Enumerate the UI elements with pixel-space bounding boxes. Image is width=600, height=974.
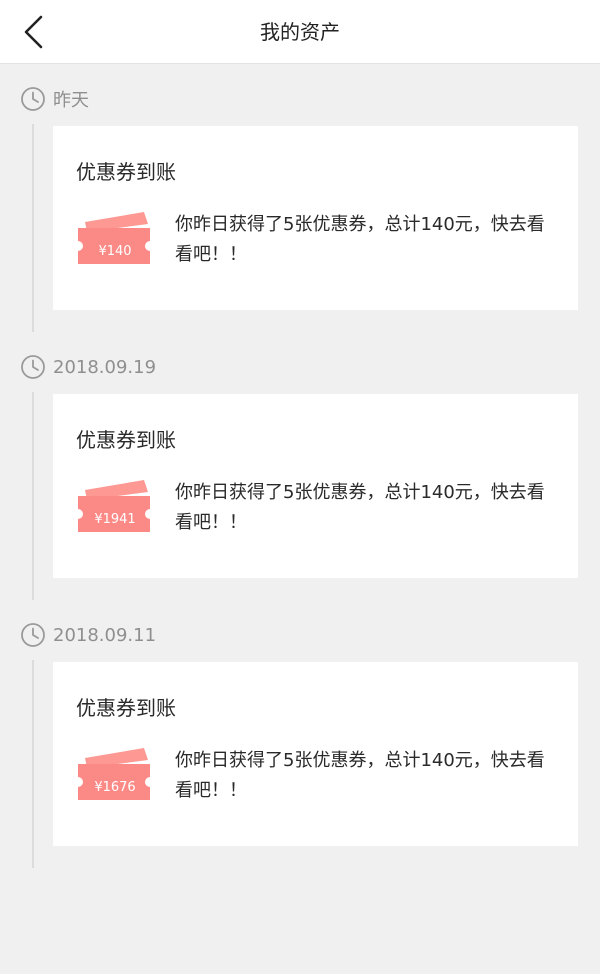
coupon-amount: ¥1676 bbox=[94, 780, 136, 795]
card-title: 优惠券到账 bbox=[76, 696, 176, 720]
coupon-notice-card[interactable]: 优惠券到账 ¥1941 你昨日获得了5张优惠券，总计140元，快去看看吧！！ bbox=[53, 394, 578, 578]
coupon-notice-card[interactable]: 优惠券到账 ¥1676 你昨日获得了5张优惠券，总计140元，快去看看吧！！ bbox=[53, 662, 578, 846]
coupon-ticket-icon: ¥1676 bbox=[78, 746, 152, 808]
timeline-line bbox=[32, 660, 34, 868]
coupon-amount: ¥1941 bbox=[94, 512, 136, 527]
clock-icon bbox=[20, 354, 46, 380]
timeline-date: 2018.09.11 bbox=[53, 624, 157, 646]
top-nav-bar: 我的资产 bbox=[0, 0, 600, 64]
timeline-line bbox=[32, 124, 34, 332]
timeline-date-row: 2018.09.11 bbox=[20, 620, 156, 650]
timeline-date-row: 2018.09.19 bbox=[20, 352, 156, 382]
coupon-ticket-icon: ¥140 bbox=[78, 210, 152, 272]
card-message: 你昨日获得了5张优惠券，总计140元，快去看看吧！！ bbox=[175, 482, 545, 533]
timeline-section: 2018.09.19 优惠券到账 ¥1941 你昨日获得了5张优惠券，总计140… bbox=[0, 332, 600, 600]
card-title: 优惠券到账 bbox=[76, 428, 176, 452]
asset-timeline: 昨天 优惠券到账 ¥140 你昨日获得了5张优惠券，总计140元，快去看看吧！！ bbox=[0, 64, 600, 868]
clock-icon bbox=[20, 622, 46, 648]
timeline-section: 2018.09.11 优惠券到账 ¥1676 你昨日获得了5张优惠券，总计140… bbox=[0, 600, 600, 868]
timeline-line bbox=[32, 392, 34, 600]
page-title: 我的资产 bbox=[260, 20, 340, 44]
card-title: 优惠券到账 bbox=[76, 160, 176, 184]
clock-icon bbox=[20, 86, 46, 112]
timeline-date-row: 昨天 bbox=[20, 84, 89, 114]
coupon-ticket-icon: ¥1941 bbox=[78, 478, 152, 540]
timeline-date: 2018.09.19 bbox=[53, 356, 157, 378]
timeline-date: 昨天 bbox=[53, 90, 89, 111]
card-message: 你昨日获得了5张优惠券，总计140元，快去看看吧！！ bbox=[175, 214, 545, 265]
coupon-notice-card[interactable]: 优惠券到账 ¥140 你昨日获得了5张优惠券，总计140元，快去看看吧！！ bbox=[53, 126, 578, 310]
card-message: 你昨日获得了5张优惠券，总计140元，快去看看吧！！ bbox=[175, 750, 545, 801]
timeline-section: 昨天 优惠券到账 ¥140 你昨日获得了5张优惠券，总计140元，快去看看吧！！ bbox=[0, 64, 600, 332]
coupon-amount: ¥140 bbox=[98, 244, 132, 259]
